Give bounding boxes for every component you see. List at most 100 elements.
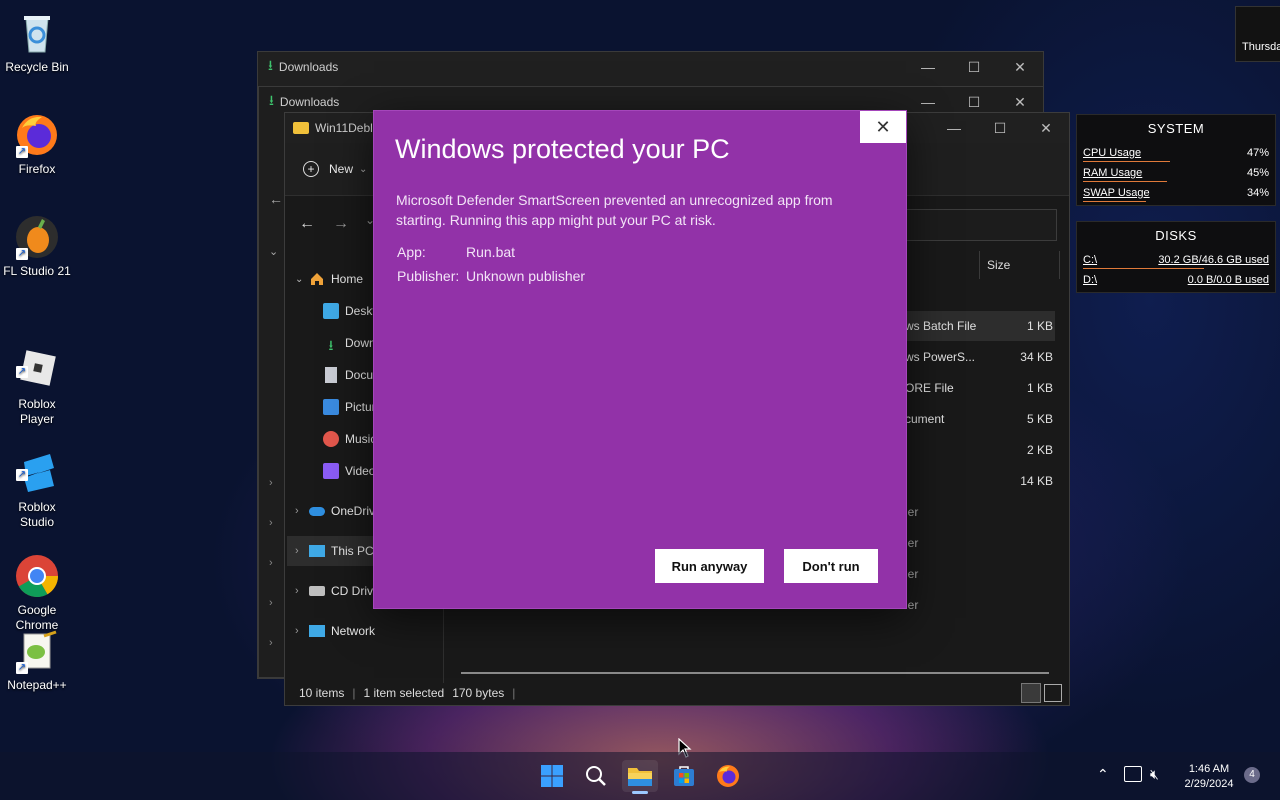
minimize-icon[interactable]: —	[931, 113, 977, 143]
search-input[interactable]	[905, 209, 1057, 241]
file-type: cument	[905, 412, 945, 426]
desktop-icon-recycle-bin[interactable]: Recycle Bin	[0, 10, 74, 75]
nav-item-network[interactable]: › Network	[295, 616, 375, 646]
documents-folder-icon	[325, 367, 337, 383]
downloads-folder-icon: ⭳	[328, 337, 334, 353]
window-controls: — ☐ ✕	[905, 52, 1043, 82]
chevron-down-icon: ⌄	[295, 273, 304, 285]
new-button[interactable]: + New ⌄	[303, 161, 367, 177]
system-monitor-widget: SYSTEM CPU Usage 47% RAM Usage 45% SWAP Us…	[1076, 114, 1276, 206]
chevron-right-icon[interactable]: ›	[269, 517, 273, 529]
file-explorer-icon	[628, 768, 652, 786]
chevron-right-icon[interactable]: ›	[269, 557, 273, 569]
show-hidden-icons-button[interactable]: ⌃	[1097, 766, 1109, 783]
back-button[interactable]: ←	[299, 215, 315, 233]
nav-item-downloads[interactable]: ⭳ Down	[323, 328, 376, 358]
app-value: Run.bat	[466, 244, 516, 260]
desktop-icon-firefox[interactable]: ↗ Firefox	[0, 112, 74, 177]
onedrive-icon	[309, 506, 325, 516]
details-view-icon[interactable]	[1021, 683, 1041, 703]
microsoft-store-button[interactable]	[666, 760, 702, 792]
disk-label: C:\	[1083, 254, 1098, 266]
taskbar-clock[interactable]: 1:46 AM 2/29/2024	[1180, 762, 1238, 792]
firefox-taskbar-button[interactable]	[710, 760, 746, 792]
clock-time: 1:46 AM	[1188, 763, 1230, 775]
file-size: 14 KB	[1020, 474, 1053, 488]
plus-icon: +	[303, 161, 319, 177]
horizontal-scrollbar[interactable]	[461, 672, 1049, 674]
search-button[interactable]	[578, 760, 614, 792]
dont-run-button[interactable]: Don't run	[784, 549, 878, 583]
run-anyway-button[interactable]: Run anyway	[655, 549, 764, 583]
maximize-icon[interactable]: ☐	[951, 52, 997, 82]
chevron-right-icon[interactable]: ›	[269, 477, 273, 489]
close-icon[interactable]: ✕	[1023, 113, 1069, 143]
file-type: ler	[905, 598, 919, 612]
chevron-right-icon[interactable]: ›	[269, 597, 273, 609]
shortcut-arrow-icon: ↗	[16, 146, 28, 158]
column-divider[interactable]	[1059, 251, 1060, 279]
download-arrow-icon: ⭳	[269, 92, 274, 108]
nav-label: Pictur	[345, 400, 376, 414]
nav-item-pictures[interactable]: Pictur	[323, 392, 376, 422]
this-pc-icon	[309, 545, 325, 557]
widget-title: DISKS	[1155, 228, 1197, 243]
file-size: 1 KB	[1026, 381, 1053, 395]
disk-value: 30.2 GB/46.6 GB used	[1158, 254, 1269, 266]
desktop-icon-fl-studio[interactable]: ↗ FL Studio 21	[0, 214, 74, 279]
network-status-icon[interactable]	[1124, 766, 1142, 782]
status-item-count: 10 items	[299, 686, 345, 700]
disk-label: D:\	[1083, 274, 1098, 286]
chevron-down-icon[interactable]: ⌄	[269, 245, 278, 258]
nav-label: CD Driv	[331, 584, 373, 598]
status-bar: 10 items | 1 item selected 170 bytes |	[299, 686, 516, 700]
microsoft-store-icon	[674, 766, 694, 786]
metric-value: 34%	[1246, 187, 1269, 199]
file-size: 1 KB	[1026, 319, 1053, 333]
close-button[interactable]: ✕	[860, 111, 906, 143]
metric-value: 47%	[1246, 147, 1269, 159]
chevron-right-icon: ›	[295, 505, 299, 517]
maximize-icon[interactable]: ☐	[977, 113, 1023, 143]
search-icon	[586, 766, 606, 786]
notification-badge[interactable]: 4	[1244, 767, 1260, 783]
cd-drive-icon	[309, 586, 325, 596]
chevron-right-icon: ›	[295, 585, 299, 597]
forward-button[interactable]: →	[333, 215, 349, 233]
active-indicator	[632, 791, 648, 794]
disk-value: 0.0 B/0.0 B used	[1187, 274, 1269, 286]
publisher-row: Publisher: Unknown publisher	[397, 268, 585, 284]
file-size: 5 KB	[1026, 412, 1053, 426]
file-type: ws PowerS...	[905, 350, 976, 364]
status-bytes: 170 bytes	[452, 686, 505, 700]
disk-bar	[1083, 268, 1204, 269]
nav-item-onedrive[interactable]: › OneDriv	[295, 496, 375, 526]
chevron-right-icon[interactable]: ›	[269, 637, 273, 649]
nav-item-home[interactable]: ⌄ Home	[295, 264, 363, 294]
pictures-folder-icon	[323, 399, 339, 415]
new-label: New	[329, 162, 354, 176]
calendar-day: Thursda	[1242, 41, 1280, 53]
start-icon	[541, 765, 563, 787]
home-icon	[309, 271, 325, 287]
minimize-icon[interactable]: —	[905, 52, 951, 82]
close-icon[interactable]: ✕	[997, 52, 1043, 82]
desktop-icon-label: FL Studio 21	[3, 264, 71, 278]
desktop-icon-notepadpp[interactable]: ↗ Notepad++	[0, 628, 74, 693]
file-explorer-taskbar-button[interactable]	[622, 760, 658, 794]
disk-d-row: D:\ 0.0 B/0.0 B used	[1083, 271, 1269, 291]
file-type: ler	[905, 536, 919, 550]
tiles-view-icon[interactable]	[1044, 684, 1062, 702]
start-button[interactable]	[534, 760, 570, 792]
desktop-folder-icon	[323, 303, 339, 319]
volume-muted-icon[interactable]: 🔇︎	[1150, 766, 1159, 783]
nav-item-music[interactable]: Music	[323, 424, 376, 454]
nav-item-videos[interactable]: Video	[323, 456, 375, 486]
column-divider[interactable]	[979, 251, 980, 279]
nav-item-cd-drive[interactable]: › CD Driv	[295, 576, 373, 606]
file-type: ler	[905, 505, 919, 519]
desktop-icon-label: Recycle Bin	[5, 60, 69, 74]
back-arrow-icon[interactable]: ←	[269, 191, 283, 207]
size-column-header[interactable]: Size	[987, 258, 1010, 272]
network-icon	[309, 625, 325, 637]
